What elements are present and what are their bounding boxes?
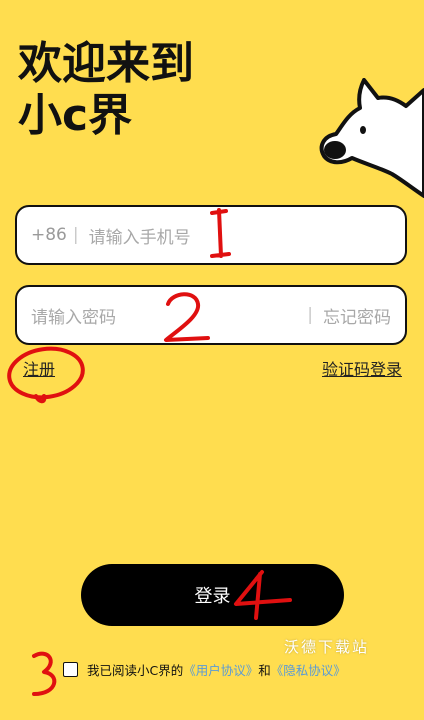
password-field[interactable]: 请输入密码 | 忘记密码 xyxy=(15,285,407,345)
phone-input[interactable]: 请输入手机号 xyxy=(89,223,191,248)
watermark: 沃德下载站 xyxy=(284,638,370,656)
user-policy-link[interactable]: 《用户协议》 xyxy=(183,660,258,679)
annotation-number-3 xyxy=(32,651,57,696)
register-link[interactable]: 注册 xyxy=(23,356,55,380)
privacy-policy-link[interactable]: 《隐私协议》 xyxy=(271,660,346,679)
country-code[interactable]: +86 xyxy=(31,225,67,245)
login-button[interactable]: 登录 xyxy=(81,564,344,626)
agreement-row: 我已阅读小C界的 《用户协议》 和 《隐私协议》 xyxy=(63,660,346,679)
forgot-password-link[interactable]: 忘记密码 xyxy=(323,303,391,328)
code-login-link[interactable]: 验证码登录 xyxy=(322,356,402,380)
agreement-prefix: 我已阅读小C界的 xyxy=(87,663,184,678)
password-input[interactable]: 请输入密码 xyxy=(31,303,301,328)
welcome-line-2: 小c界 xyxy=(18,90,133,141)
agreement-and: 和 xyxy=(258,663,271,678)
dog-mascot-icon xyxy=(319,78,424,198)
welcome-heading: 欢迎来到 小c界 xyxy=(18,38,194,142)
welcome-line-1: 欢迎来到 xyxy=(18,38,194,89)
phone-separator: | xyxy=(72,225,79,245)
phone-field[interactable]: +86 | 请输入手机号 xyxy=(15,205,407,265)
agreement-checkbox[interactable] xyxy=(63,662,78,677)
login-button-label: 登录 xyxy=(194,586,231,607)
password-separator: | xyxy=(307,305,313,325)
annotation-register-tail xyxy=(34,394,47,404)
